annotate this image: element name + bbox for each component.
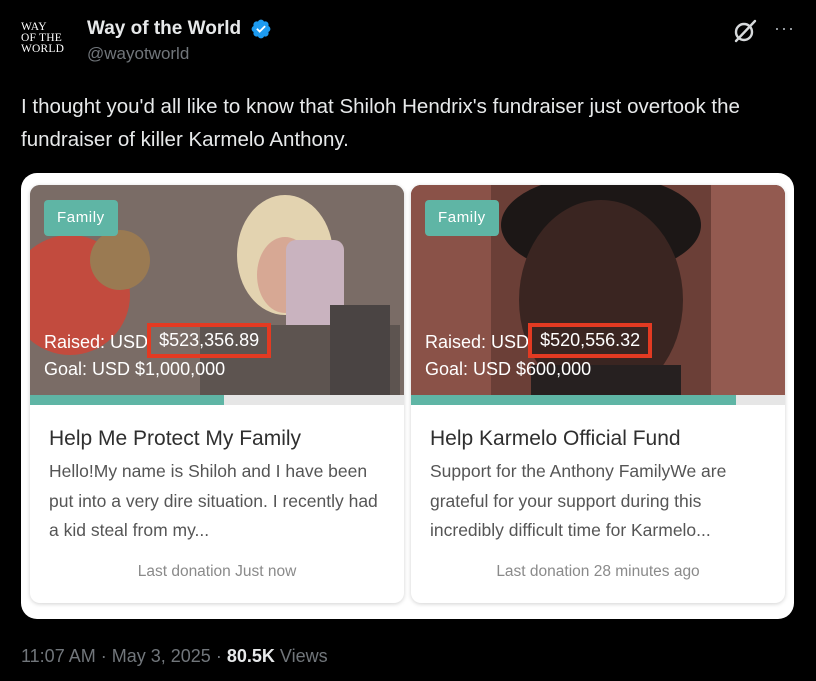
progress-bar: [30, 395, 404, 405]
author-info: Way of the World @wayotworld: [87, 18, 272, 64]
fundraiser-card-shiloh[interactable]: Family Raised: USD $523,356.89 Goal: USD…: [30, 185, 404, 603]
display-name[interactable]: Way of the World: [87, 18, 241, 40]
tweet-header: WAY OF THE WORLD Way of the World @wayot…: [21, 14, 796, 74]
fundraiser-photo: Family Raised: USD $520,556.32 Goal: USD…: [411, 185, 785, 395]
raised-label: Raised: USD: [44, 332, 149, 352]
tweet-text: I thought you'd all like to know that Sh…: [21, 95, 740, 151]
fundraiser-card-karmelo[interactable]: Family Raised: USD $520,556.32 Goal: USD…: [411, 185, 785, 603]
logo-line-3: WORLD: [21, 43, 65, 55]
goal-text: Goal: USD $600,000: [425, 359, 592, 379]
grok-icon[interactable]: [732, 18, 758, 44]
tweet-media[interactable]: Family Raised: USD $523,356.89 Goal: USD…: [21, 173, 794, 619]
fundraiser-description: Support for the Anthony FamilyWe are gra…: [430, 461, 727, 540]
views-count: 80.5K: [226, 646, 275, 666]
goal-text: Goal: USD $1,000,000: [44, 359, 226, 379]
fundraiser-photo: Family Raised: USD $523,356.89 Goal: USD…: [30, 185, 404, 395]
progress-fill: [30, 395, 225, 405]
fundraiser-description: Hello!My name is Shiloh and I have been …: [49, 461, 378, 540]
raised-amount: $520,556.32: [528, 323, 653, 358]
category-tag: Family: [44, 200, 118, 236]
handle[interactable]: @wayotworld: [87, 44, 272, 64]
more-dots-icon[interactable]: ···: [774, 18, 796, 40]
tweet-date[interactable]: May 3, 2025: [112, 646, 211, 666]
last-donation: Last donation 28 minutes ago: [496, 563, 700, 580]
avatar[interactable]: WAY OF THE WORLD: [21, 21, 77, 68]
views-label: Views: [279, 646, 328, 666]
raised-label: Raised: USD: [425, 332, 530, 352]
tweet-time[interactable]: 11:07 AM: [21, 646, 96, 666]
raised-line: Raised: USD $523,356.89: [44, 323, 272, 360]
fundraiser-title[interactable]: Help Karmelo Official Fund: [430, 427, 681, 451]
progress-fill: [411, 395, 737, 405]
tweet-meta: 11:07 AM · May 3, 2025 · 80.5K Views: [21, 646, 328, 667]
category-tag: Family: [425, 200, 499, 236]
verified-badge-icon: [251, 19, 270, 39]
raised-amount: $523,356.89: [147, 323, 272, 358]
meta-separator: ·: [215, 646, 222, 666]
fundraiser-title[interactable]: Help Me Protect My Family: [49, 427, 301, 451]
last-donation: Last donation Just now: [137, 563, 297, 580]
raised-line: Raised: USD $520,556.32: [425, 323, 653, 360]
progress-bar: [411, 395, 785, 405]
meta-separator: ·: [100, 646, 107, 666]
